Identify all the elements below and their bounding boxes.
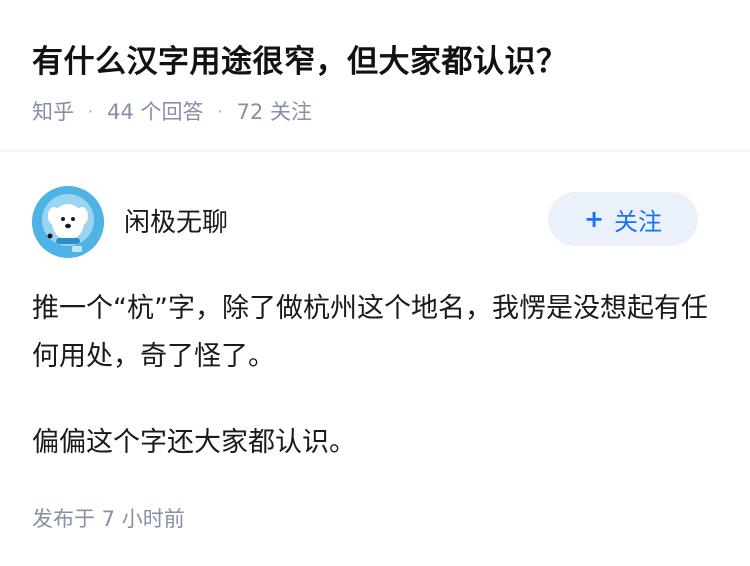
source-label[interactable]: 知乎: [32, 96, 74, 126]
answer-paragraph: 推一个“杭”字，除了做杭州这个地名，我愣是没想起有任何用处，奇了怪了。: [32, 293, 708, 372]
dog-astronaut-icon: [32, 186, 104, 258]
question-meta: 知乎 · 44 个回答 · 72 关注: [32, 96, 312, 126]
author-name[interactable]: 闲极无聊: [124, 202, 228, 239]
avatar[interactable]: [32, 186, 104, 258]
answers-count[interactable]: 44 个回答: [107, 96, 203, 126]
plus-icon: +: [583, 205, 605, 233]
separator-dot: ·: [217, 101, 223, 121]
follow-label: 关注: [614, 207, 663, 236]
question-title[interactable]: 有什么汉字用途很窄，但大家都认识？: [32, 36, 568, 81]
question-header: 有什么汉字用途很窄，但大家都认识？ 知乎 · 44 个回答 · 72 关注: [0, 0, 750, 150]
section-divider: [0, 150, 750, 152]
answer-paragraph: 偏偏这个字还大家都认识。: [32, 427, 356, 458]
followers-count[interactable]: 72 关注: [237, 96, 312, 126]
answer-content: 推一个“杭”字，除了做杭州这个地名，我愣是没想起有任何用处，奇了怪了。 偏偏这个…: [32, 285, 722, 505]
answer-author-row: 闲极无聊 + 关注: [0, 178, 750, 268]
published-time: 发布于 7 小时前: [32, 507, 185, 531]
follow-button[interactable]: + 关注: [548, 192, 698, 246]
separator-dot: ·: [88, 101, 94, 121]
